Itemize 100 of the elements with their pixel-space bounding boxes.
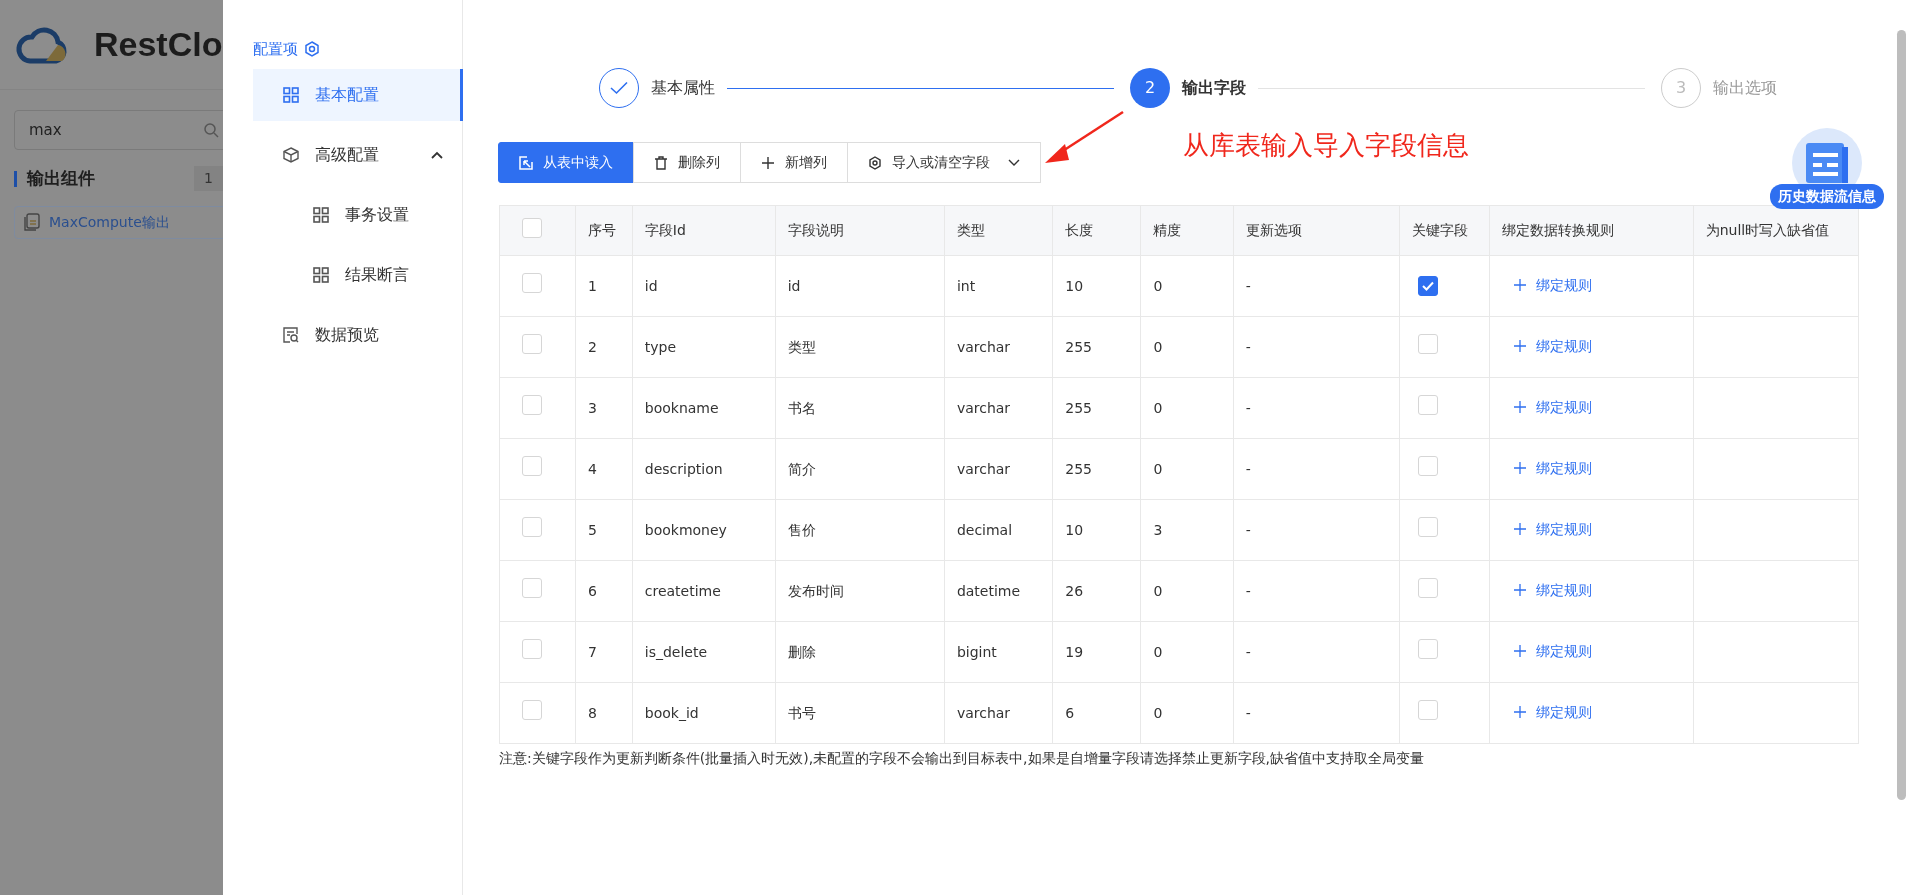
table-cell: 书名 bbox=[775, 377, 945, 439]
preview-icon bbox=[283, 326, 299, 343]
history-badge[interactable]: 历史数据流信息 bbox=[1770, 184, 1884, 209]
bind-rule-link[interactable]: 绑定规则 bbox=[1514, 457, 1593, 479]
plus-icon bbox=[1514, 523, 1527, 536]
gear-icon bbox=[868, 155, 882, 170]
table-cell: 6 bbox=[575, 560, 633, 622]
grid-icon bbox=[313, 206, 329, 223]
nav-item[interactable]: 高级配置 bbox=[253, 128, 463, 181]
table-cell: 10 bbox=[1052, 255, 1141, 317]
bind-rule-link[interactable]: 绑定规则 bbox=[1514, 701, 1593, 723]
step-label: 输出字段 bbox=[1182, 77, 1246, 99]
column-header: 更新选项 bbox=[1233, 205, 1400, 256]
table-cell: 3 bbox=[1140, 499, 1234, 561]
table-cell: 5 bbox=[575, 499, 633, 561]
document-icon bbox=[23, 213, 41, 231]
table-cell: 类型 bbox=[775, 316, 945, 378]
plus-icon bbox=[761, 155, 775, 170]
table-cell: 书号 bbox=[775, 682, 945, 744]
table-cell: - bbox=[1233, 560, 1400, 622]
group-title: 输出组件 bbox=[27, 167, 95, 190]
step-label: 输出选项 bbox=[1713, 77, 1777, 99]
check-icon bbox=[610, 81, 628, 95]
bind-rule-link[interactable]: 绑定规则 bbox=[1514, 396, 1593, 418]
grid-icon bbox=[283, 86, 299, 103]
table-cell: type bbox=[632, 316, 776, 378]
plus-icon bbox=[1514, 462, 1527, 475]
table-cell: 0 bbox=[1140, 560, 1234, 622]
table-cell: - bbox=[1233, 438, 1400, 500]
plus-icon bbox=[1514, 401, 1527, 414]
table-cell: varchar bbox=[944, 682, 1053, 744]
bind-rule-link[interactable]: 绑定规则 bbox=[1514, 274, 1593, 296]
nav-item[interactable]: 事务设置 bbox=[253, 188, 463, 241]
nav-title: 配置项 bbox=[253, 39, 298, 60]
table-cell: - bbox=[1233, 377, 1400, 439]
search-field[interactable]: max bbox=[14, 110, 223, 150]
toolbar-button[interactable]: 删除列 bbox=[633, 142, 741, 183]
table-cell: is_delete bbox=[632, 621, 776, 683]
logo-text: RestClo bbox=[94, 24, 223, 65]
table-cell: 0 bbox=[1140, 316, 1234, 378]
table-cell: 2 bbox=[575, 316, 633, 378]
bind-rule-link[interactable]: 绑定规则 bbox=[1514, 335, 1593, 357]
table-cell: 0 bbox=[1140, 682, 1234, 744]
table-cell: 0 bbox=[1140, 621, 1234, 683]
table-cell: bookname bbox=[632, 377, 776, 439]
column-header: 字段说明 bbox=[775, 205, 945, 256]
table-cell: - bbox=[1233, 499, 1400, 561]
table-cell: 删除 bbox=[775, 621, 945, 683]
column-header: 类型 bbox=[944, 205, 1053, 256]
checkbox[interactable] bbox=[1417, 275, 1438, 296]
column-header: 字段Id bbox=[632, 205, 776, 256]
table-cell: 8 bbox=[575, 682, 633, 744]
table-cell: - bbox=[1233, 255, 1400, 317]
plus-icon bbox=[1514, 706, 1527, 719]
toolbar-button[interactable]: 从表中读入 bbox=[498, 142, 634, 183]
column-header: 精度 bbox=[1140, 205, 1234, 256]
table-cell: 10 bbox=[1052, 499, 1141, 561]
bind-rule-link[interactable]: 绑定规则 bbox=[1514, 640, 1593, 662]
table-cell: 255 bbox=[1052, 316, 1141, 378]
table-cell: 255 bbox=[1052, 438, 1141, 500]
nav-item[interactable]: 数据预览 bbox=[253, 308, 463, 361]
scrollbar[interactable] bbox=[1897, 30, 1906, 800]
table-cell: bookmoney bbox=[632, 499, 776, 561]
column-header: 长度 bbox=[1052, 205, 1141, 256]
table-cell: 0 bbox=[1140, 377, 1234, 439]
table-cell: varchar bbox=[944, 316, 1053, 378]
column-header: 序号 bbox=[575, 205, 633, 256]
plus-icon bbox=[1514, 584, 1527, 597]
toolbar-button[interactable]: 新增列 bbox=[740, 142, 848, 183]
table-cell: datetime bbox=[944, 560, 1053, 622]
column-header: 为null时写入缺省值 bbox=[1693, 205, 1859, 256]
bind-rule-link[interactable]: 绑定规则 bbox=[1514, 579, 1593, 601]
component-item[interactable]: MaxCompute输出 bbox=[14, 205, 223, 239]
table-cell: varchar bbox=[944, 377, 1053, 439]
table-cell: 7 bbox=[575, 621, 633, 683]
nav-item[interactable]: 结果断言 bbox=[253, 248, 463, 301]
trash-icon bbox=[654, 155, 668, 170]
toolbar-button[interactable]: 导入或清空字段 bbox=[847, 142, 1041, 183]
cube-icon bbox=[283, 146, 299, 163]
table-cell: description bbox=[632, 438, 776, 500]
table-cell: book_id bbox=[632, 682, 776, 744]
table-cell: 26 bbox=[1052, 560, 1141, 622]
table-cell: 0 bbox=[1140, 438, 1234, 500]
table-cell: 1 bbox=[575, 255, 633, 317]
table-cell: id bbox=[775, 255, 945, 317]
step-circle: 2 bbox=[1130, 68, 1170, 108]
step-label: 基本属性 bbox=[651, 77, 715, 99]
table-cell: 0 bbox=[1140, 255, 1234, 317]
table-cell: - bbox=[1233, 621, 1400, 683]
check-icon bbox=[1421, 280, 1434, 291]
table-cell: 简介 bbox=[775, 438, 945, 500]
bind-rule-link[interactable]: 绑定规则 bbox=[1514, 518, 1593, 540]
count-badge: 1 bbox=[194, 166, 223, 192]
table-cell: varchar bbox=[944, 438, 1053, 500]
import-icon bbox=[519, 155, 533, 170]
document-list-icon bbox=[1804, 141, 1850, 185]
column-header: 绑定数据转换规则 bbox=[1489, 205, 1694, 256]
table-cell: 255 bbox=[1052, 377, 1141, 439]
settings-icon bbox=[304, 41, 320, 58]
nav-item[interactable]: 基本配置 bbox=[253, 68, 463, 121]
